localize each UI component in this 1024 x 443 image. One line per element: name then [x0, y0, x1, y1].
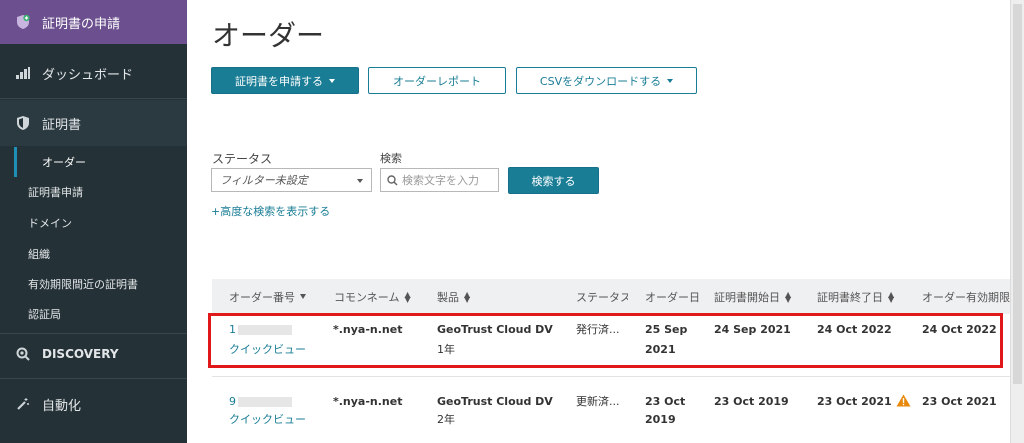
bar-chart-icon — [16, 66, 30, 80]
caret-down-icon — [357, 179, 363, 183]
column-header-start-date[interactable]: 証明書開始日 ▲ ▼ — [714, 279, 814, 314]
column-header-label: オーダー番号 — [229, 290, 295, 304]
sidebar-item-label: DISCOVERY — [42, 347, 119, 361]
caret-down-icon — [667, 78, 674, 83]
sidebar-subitem-orders[interactable]: オーダー — [14, 147, 187, 177]
end-date-text: 23 Oct 2021 — [817, 395, 892, 408]
column-header-label: 製品 — [437, 290, 459, 304]
sidebar-item-certificates[interactable]: 証明書 — [0, 100, 187, 146]
search-icon — [387, 171, 398, 190]
start-date: 23 Oct 2019 — [714, 395, 789, 408]
common-name: *.nya-n.net — [333, 395, 403, 408]
page-title: オーダー — [212, 19, 325, 52]
column-header-status[interactable]: ステータス — [576, 279, 628, 314]
column-header-label: ステータス — [576, 290, 628, 304]
sort-icon: ▲ ▼ — [404, 289, 411, 304]
order-date-year: 2019 — [645, 413, 676, 426]
sidebar-item-dashboard[interactable]: ダッシュボード — [0, 52, 187, 94]
sidebar-item-label: 証明書の申請 — [42, 16, 121, 32]
shield-icon — [16, 116, 30, 130]
end-date: 23 Oct 2021 — [817, 392, 911, 413]
product-term: 2年 — [437, 413, 455, 426]
order-number-link[interactable]: 9 — [229, 392, 292, 411]
download-csv-label: CSVをダウンロードする — [539, 74, 662, 88]
sort-down-icon — [300, 294, 306, 299]
sidebar-subitem-expiring-certificates[interactable]: 有効期限間近の証明書 — [0, 269, 187, 299]
search-input[interactable] — [402, 173, 490, 187]
shield-plus-icon — [16, 14, 30, 29]
advanced-search-link[interactable]: +高度な検索を表示する — [211, 203, 330, 219]
search-label: 検索 — [380, 152, 402, 165]
column-header-label: コモンネーム — [334, 290, 400, 304]
sidebar-item-discovery[interactable]: DISCOVERY — [0, 336, 187, 372]
order-number: 9 — [229, 395, 236, 408]
magnifier-icon — [16, 347, 30, 361]
divider — [0, 333, 187, 334]
column-header-end-date[interactable]: 証明書終了日 ▲ ▼ — [817, 279, 917, 314]
order-date-day: 23 Oct — [645, 395, 686, 408]
expiry-date: 23 Oct 2021 — [922, 395, 997, 408]
row-divider — [212, 376, 1010, 377]
sort-icon: ▲ ▼ — [785, 289, 792, 304]
status-filter-select[interactable]: フィルター未設定 — [211, 168, 372, 192]
column-header-label: 証明書開始日 — [714, 290, 780, 304]
status-text: 更新済... — [576, 395, 620, 408]
status-filter-value: フィルター未設定 — [220, 174, 308, 187]
column-header-label: オーダー有効期限 — [922, 290, 1010, 304]
request-certificate-button[interactable]: 証明書を申請する — [211, 67, 359, 94]
status-filter-label: ステータス — [212, 152, 273, 166]
scrollbar-thumb[interactable] — [1013, 4, 1022, 384]
sidebar-subitem-domains[interactable]: ドメイン — [0, 208, 187, 238]
sidebar-item-label: 証明書 — [42, 117, 82, 133]
product-name: GeoTrust Cloud DV — [437, 395, 553, 408]
divider — [0, 378, 187, 379]
sidebar-subitem-certificate-authority[interactable]: 認証局 — [0, 299, 187, 329]
column-header-order-date[interactable]: オーダー日 — [645, 279, 700, 314]
magic-wand-icon — [16, 397, 30, 411]
download-csv-button[interactable]: CSVをダウンロードする — [516, 67, 697, 94]
sort-icon: ▲ ▼ — [888, 289, 895, 304]
column-header-label: オーダー日 — [645, 290, 700, 304]
search-button[interactable]: 検索する — [508, 167, 599, 194]
column-header-common-name[interactable]: コモンネーム ▲ ▼ — [334, 279, 430, 314]
search-box — [380, 168, 499, 192]
quick-view-link[interactable]: クイックビュー — [229, 410, 306, 429]
table-row: 9 クイックビュー *.nya-n.net GeoTrust Cloud DV … — [212, 392, 1010, 442]
divider — [0, 98, 187, 99]
search-button-label: 検索する — [531, 174, 576, 188]
sidebar-subitem-certificate-requests[interactable]: 証明書申請 — [0, 177, 187, 207]
sidebar: 証明書の申請 ダッシュボード 証明書 オーダー 証明書申請 ドメイン 組織 有効… — [0, 0, 187, 443]
sidebar-item-automation[interactable]: 自動化 — [0, 386, 187, 422]
table-header: オーダー番号 コモンネーム ▲ ▼ 製品 ▲ ▼ ステータス オーダー日 証明書開始日 ▲… — [212, 279, 1010, 314]
sidebar-subitem-organizations[interactable]: 組織 — [0, 239, 187, 269]
redacted-block — [238, 397, 292, 407]
warning-icon — [896, 394, 911, 413]
column-header-product[interactable]: 製品 ▲ ▼ — [437, 279, 497, 314]
highlight-box — [208, 313, 1003, 368]
column-header-order-expiry[interactable]: オーダー有効期限 — [922, 279, 1010, 314]
scrollbar[interactable] — [1010, 0, 1024, 443]
caret-down-icon — [329, 78, 335, 83]
sidebar-item-label: 自動化 — [42, 398, 82, 414]
order-report-label: オーダーレポート — [393, 74, 481, 88]
order-report-button[interactable]: オーダーレポート — [368, 67, 506, 94]
sidebar-item-label: ダッシュボード — [42, 67, 134, 83]
column-header-label: 証明書終了日 — [817, 290, 883, 304]
column-header-order-number[interactable]: オーダー番号 — [229, 279, 329, 314]
sidebar-item-request-certificate[interactable]: 証明書の申請 — [0, 0, 187, 44]
request-certificate-label: 証明書を申請する — [235, 74, 323, 88]
sort-icon: ▲ ▼ — [464, 289, 471, 304]
